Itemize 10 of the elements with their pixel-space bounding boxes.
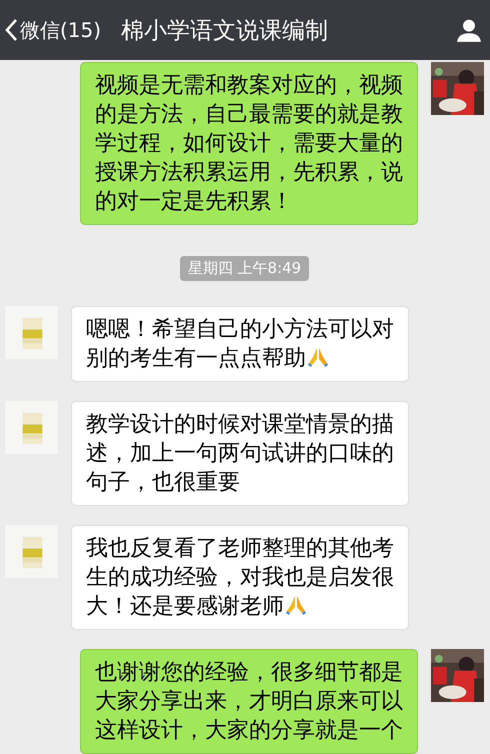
profile-icon[interactable]	[456, 17, 482, 43]
back-button[interactable]: 微信(15)	[4, 16, 102, 44]
message-bubble: 我也反复看了老师整理的其他考生的成功经验，对我也是启发很大！还是要感谢老师	[71, 525, 409, 630]
message-bubble: 视频是无需和教案对应的，视频的是方法，自己最需要的就是教学过程，如何设计，需要大量的授课方法积累运用，先积累，说的对一定是先积累！	[80, 62, 418, 225]
message-bubble: 教学设计的时候对课堂情景的描述，加上一句两句试讲的口味的句子，也很重要	[71, 401, 409, 506]
message-bubble: 也谢谢您的经验，很多细节都是大家分享出来，才明白原来可以这样设计，大家的分享就是一个	[80, 649, 418, 754]
timestamp: 星期四 上午8:49	[180, 256, 310, 281]
chat-title: 棉小学语文说课编制	[121, 16, 330, 46]
message-bubble: 嗯嗯！希望自己的小方法可以对别的考生有一点点帮助	[71, 306, 409, 382]
back-chevron-icon	[4, 18, 18, 42]
